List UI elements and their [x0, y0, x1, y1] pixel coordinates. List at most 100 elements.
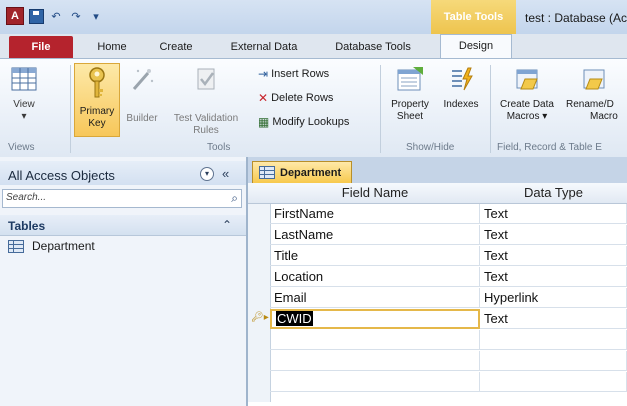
table-tools-context: Table Tools — [431, 0, 516, 34]
document-tab-bar: Department — [248, 157, 627, 184]
empty-cell[interactable] — [480, 330, 627, 350]
modify-lookups-button[interactable]: ▦ Modify Lookups — [258, 115, 349, 129]
primary-key-label-2: Key — [88, 118, 106, 129]
document-tab-department[interactable]: Department — [252, 161, 352, 183]
empty-cell[interactable] — [270, 330, 480, 350]
property-sheet-label-1: Property — [391, 99, 429, 110]
field-name-cell[interactable]: Title — [270, 246, 480, 266]
builder-wand-icon — [132, 69, 154, 90]
search-placeholder: Search... — [6, 192, 47, 203]
navigation-pane: All Access Objects ▾ « Search... ⌕ Table… — [0, 157, 248, 406]
datasheet-view-icon — [11, 67, 37, 91]
test-validation-label-1: Test Validation — [173, 113, 239, 124]
tables-group-header[interactable]: Tables ⌃ — [0, 215, 246, 236]
property-sheet-button[interactable]: Property Sheet — [384, 65, 436, 123]
field-name-cell-current[interactable]: CWID — [270, 309, 480, 329]
group-views-label: Views — [8, 142, 35, 153]
quick-access-toolbar: A ↶ ↷ ▾ — [6, 7, 104, 25]
delete-rows-button[interactable]: ✕ Delete Rows — [258, 91, 333, 105]
ribbon: View ▾ Primary Key Builder Test Validati… — [0, 58, 627, 158]
nav-title: All Access Objects — [8, 168, 115, 183]
builder-button[interactable]: Builder — [120, 65, 164, 125]
selected-text: CWID — [276, 311, 313, 326]
create-data-macros-label-1: Create Data — [500, 99, 554, 110]
create-data-macros-label-2: Macros ▾ — [506, 111, 548, 122]
insert-rows-icon: ⇥ — [258, 67, 269, 81]
nav-item-department[interactable]: Department — [8, 239, 95, 253]
nav-item-label: Department — [32, 239, 95, 253]
modify-lookups-label: Modify Lookups — [272, 116, 350, 128]
empty-cell[interactable] — [480, 372, 627, 392]
group-field-record-label: Field, Record & Table E — [497, 142, 602, 153]
chevron-up-icon: ⌃ — [222, 218, 233, 232]
indexes-icon — [452, 67, 473, 91]
tab-design[interactable]: Design — [440, 34, 512, 59]
test-validation-label-2: Rules — [193, 125, 219, 136]
empty-cell[interactable] — [270, 351, 480, 371]
group-tools-label: Tools — [207, 142, 231, 153]
row-selector-header[interactable] — [248, 183, 271, 204]
primary-key-indicator-icon: 🔑︎▸ — [251, 312, 269, 323]
ribbon-tabs: File Home Create External Data Database … — [0, 34, 627, 59]
access-logo-icon[interactable]: A — [6, 7, 24, 25]
field-name-cell[interactable]: Email — [270, 288, 480, 308]
data-type-cell[interactable]: Hyperlink — [480, 288, 627, 308]
tab-external-data[interactable]: External Data — [224, 37, 304, 57]
empty-cell[interactable] — [480, 351, 627, 371]
title-bar: A ↶ ↷ ▾ Table Tools test : Database (Ac — [0, 0, 627, 34]
data-type-cell[interactable]: Text — [480, 309, 627, 329]
modify-lookups-icon: ▦ — [258, 115, 270, 129]
customize-qat-button[interactable]: ▾ — [88, 8, 104, 24]
tab-home[interactable]: Home — [92, 37, 132, 57]
tab-database-tools[interactable]: Database Tools — [328, 37, 418, 57]
field-name-cell[interactable]: Location — [270, 267, 480, 287]
property-sheet-icon — [397, 67, 423, 91]
nav-header[interactable]: All Access Objects ▾ « — [0, 161, 246, 185]
rename-delete-macro-button[interactable]: Rename/D Macro — [566, 65, 627, 123]
context-title: Table Tools — [443, 11, 504, 23]
indexes-label: Indexes — [443, 99, 479, 110]
data-type-cell[interactable]: Text — [480, 225, 627, 245]
create-data-macros-button[interactable]: Create Data Macros ▾ — [494, 65, 560, 123]
data-type-cell[interactable]: Text — [480, 267, 627, 287]
tab-create[interactable]: Create — [152, 37, 200, 57]
tables-group-label: Tables — [8, 219, 46, 233]
empty-cell[interactable] — [270, 372, 480, 392]
table-design-view: Department Field Name Data Type FirstNam… — [248, 157, 627, 406]
view-caret: ▾ — [21, 111, 27, 122]
primary-key-label-1: Primary — [79, 106, 115, 117]
delete-rows-label: Delete Rows — [271, 92, 334, 104]
test-validation-rules-button[interactable]: Test Validation Rules — [168, 65, 244, 137]
insert-rows-button[interactable]: ⇥ Insert Rows — [258, 67, 329, 81]
group-show-hide-label: Show/Hide — [406, 142, 455, 153]
save-button[interactable] — [28, 8, 44, 24]
search-icon[interactable]: ⌕ — [231, 191, 238, 206]
data-type-cell[interactable]: Text — [480, 204, 627, 224]
primary-key-button[interactable]: Primary Key — [74, 63, 120, 137]
save-icon — [28, 8, 44, 24]
table-icon — [8, 239, 24, 253]
redo-button[interactable]: ↷ — [68, 8, 84, 24]
property-sheet-label-2: Sheet — [396, 111, 424, 122]
data-type-header[interactable]: Data Type — [480, 183, 627, 204]
field-name-cell[interactable]: FirstName — [270, 204, 480, 224]
window-title: test : Database (Ac — [525, 11, 627, 25]
tab-file[interactable]: File — [9, 36, 73, 58]
shutter-bar-close-icon[interactable]: « — [222, 166, 229, 181]
document-tab-label: Department — [280, 166, 342, 179]
field-name-header[interactable]: Field Name — [270, 183, 481, 204]
field-name-cell[interactable]: LastName — [270, 225, 480, 245]
undo-button[interactable]: ↶ — [48, 8, 64, 24]
view-button[interactable]: View ▾ — [8, 65, 40, 123]
indexes-button[interactable]: Indexes — [438, 65, 484, 111]
view-label: View — [13, 99, 35, 110]
row-selector-column — [248, 204, 271, 402]
chevron-down-icon[interactable]: ▾ — [200, 167, 214, 181]
search-input[interactable]: Search... ⌕ — [2, 189, 242, 208]
rename-macro-icon — [583, 69, 605, 90]
data-type-cell[interactable]: Text — [480, 246, 627, 266]
delete-rows-icon: ✕ — [258, 91, 269, 105]
insert-rows-label: Insert Rows — [271, 68, 330, 80]
rename-delete-macro-label-1: Rename/D — [566, 99, 614, 110]
key-icon — [89, 67, 105, 98]
